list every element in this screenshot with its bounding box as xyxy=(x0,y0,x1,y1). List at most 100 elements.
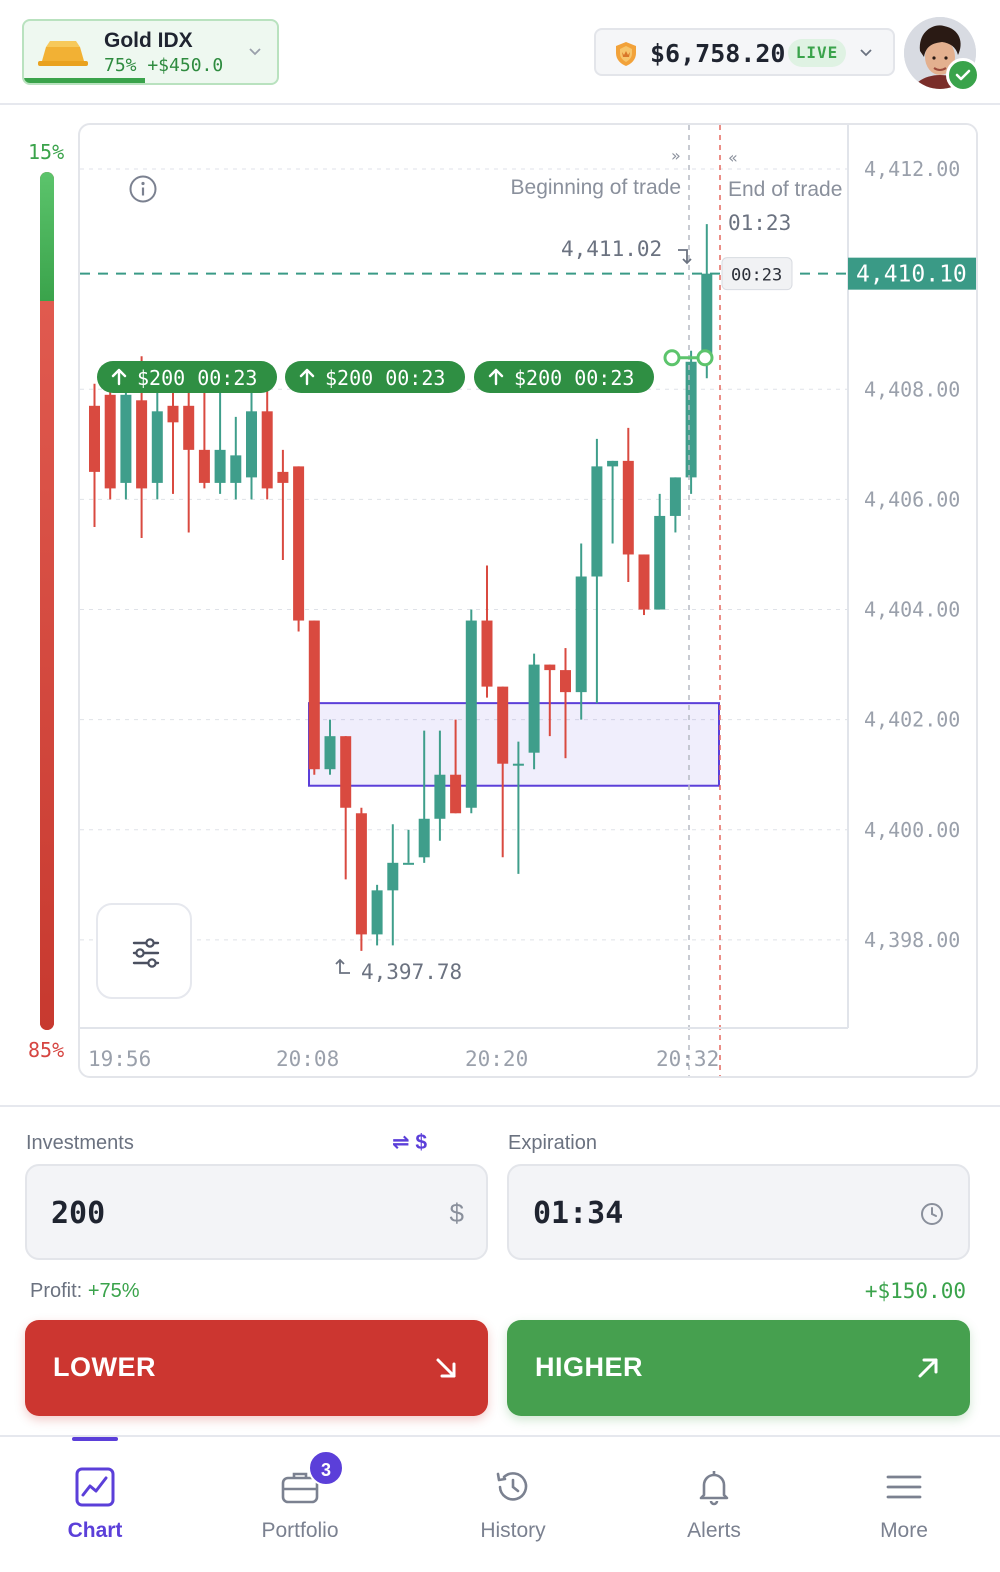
double-chevron-right-icon: » xyxy=(671,146,681,165)
candle-up xyxy=(512,763,524,766)
investment-value[interactable]: 200 xyxy=(51,1196,105,1231)
candle-up xyxy=(230,455,242,483)
candle-up xyxy=(591,466,603,577)
expiration-input[interactable]: 01:34 xyxy=(507,1164,970,1260)
profit-amount: +$150.00 xyxy=(864,1279,966,1303)
y-tick-label: 4,404.00 xyxy=(864,598,960,622)
candle-down xyxy=(450,774,462,814)
entry-marker xyxy=(663,349,681,367)
candle-up xyxy=(371,890,383,935)
shield-icon xyxy=(616,42,636,66)
candles xyxy=(89,224,713,951)
chart-settings-button[interactable] xyxy=(96,903,192,999)
candle-down xyxy=(355,813,367,935)
candle-up xyxy=(607,460,619,467)
candle-down xyxy=(104,394,116,489)
verified-check-icon xyxy=(946,58,980,92)
end-of-trade-timer: 01:23 xyxy=(728,211,791,235)
investment-input[interactable]: 200 $ xyxy=(25,1164,488,1260)
payout-lower-segment xyxy=(40,301,54,1030)
profit-label: Profit: +75% xyxy=(30,1280,140,1303)
live-badge: LIVE xyxy=(788,39,846,67)
chart-line-icon xyxy=(75,1467,115,1507)
entry-marker xyxy=(696,349,714,367)
nav-label-portfolio: Portfolio xyxy=(261,1519,339,1542)
session-high-label: 4,411.02 xyxy=(561,237,662,261)
expiration-label: Expiration xyxy=(508,1132,597,1154)
higher-button-label: HIGHER xyxy=(535,1352,644,1382)
profit-label-text: Profit: xyxy=(30,1280,83,1302)
asset-selector[interactable]: Gold IDX 75% +$450.0 xyxy=(22,19,279,85)
nav-item-more[interactable]: More xyxy=(824,1437,984,1572)
candle-down xyxy=(136,400,148,489)
x-tick-label: 20:32 xyxy=(656,1047,719,1071)
price-chart[interactable]: 4,412.00 4,408.00 4,406.00 4,404.00 4,402.00… xyxy=(78,123,978,1078)
higher-button[interactable]: HIGHER xyxy=(507,1320,970,1416)
end-of-trade-label: End of trade xyxy=(728,178,842,201)
arrow-up-right-icon xyxy=(918,1358,938,1378)
top-header: Gold IDX 75% +$450.0 $6,758.20 LIVE xyxy=(0,0,1000,105)
candle-up xyxy=(528,664,540,753)
candle-down xyxy=(293,466,305,621)
nav-item-chart[interactable]: Chart xyxy=(15,1437,175,1572)
candle-down xyxy=(261,411,273,489)
candle-down xyxy=(340,736,352,808)
lower-button-label: LOWER xyxy=(53,1352,156,1382)
axes: 4,412.00 4,408.00 4,406.00 4,404.00 4,402.00… xyxy=(88,157,976,1071)
candle-up xyxy=(669,477,681,516)
info-icon[interactable] xyxy=(128,174,158,204)
candle-up xyxy=(654,515,666,610)
portfolio-count-badge: 3 xyxy=(308,1450,344,1486)
history-icon xyxy=(496,1472,528,1501)
candle-down xyxy=(308,620,320,770)
asset-name: Gold IDX xyxy=(104,29,193,52)
y-tick-label: 4,412.00 xyxy=(864,157,960,181)
low-pointer-icon xyxy=(335,958,350,974)
price-zone-highlight xyxy=(308,702,720,787)
candle-down xyxy=(497,686,509,764)
balance-value: $6,758.20 xyxy=(650,39,786,68)
nav-label-more: More xyxy=(880,1519,928,1542)
asset-payout-pnl: 75% +$450.0 xyxy=(104,55,224,76)
menu-icon xyxy=(886,1475,922,1499)
profit-percent: +75% xyxy=(87,1280,140,1302)
candle-down xyxy=(198,449,210,483)
expiration-value[interactable]: 01:34 xyxy=(533,1196,623,1231)
y-tick-label: 4,408.00 xyxy=(864,377,960,401)
nav-item-history[interactable]: History xyxy=(433,1437,593,1572)
balance-selector[interactable]: $6,758.20 LIVE xyxy=(594,28,895,76)
candle-up xyxy=(387,862,399,891)
nav-item-portfolio[interactable]: Portfolio xyxy=(220,1437,380,1572)
candle-down xyxy=(481,620,493,687)
candlestick-chart[interactable]: 4,412.00 4,408.00 4,406.00 4,404.00 4,402.00… xyxy=(80,125,978,1078)
panel-divider xyxy=(0,1105,1000,1107)
candle-up xyxy=(403,862,414,865)
y-tick-label: 4,402.00 xyxy=(864,708,960,732)
chevron-down-icon[interactable] xyxy=(247,43,263,59)
candle-up xyxy=(151,411,163,483)
candle-up xyxy=(575,576,587,693)
session-low-label: 4,397.78 xyxy=(361,960,462,984)
nav-label-alerts: Alerts xyxy=(687,1519,741,1542)
candle-up xyxy=(324,736,336,770)
current-price-label: 4,410.10 xyxy=(856,262,967,288)
candle-up xyxy=(701,273,713,362)
candle-up xyxy=(685,361,697,478)
sliders-icon xyxy=(132,938,160,968)
higher-payout-percent: 15% xyxy=(28,140,65,164)
gold-bar-icon xyxy=(38,41,88,66)
y-tick-label: 4,398.00 xyxy=(864,928,960,952)
candle-up xyxy=(418,818,430,858)
lower-button[interactable]: LOWER xyxy=(25,1320,488,1416)
candle-down xyxy=(167,405,179,423)
candle-down xyxy=(89,405,100,472)
chevron-down-icon[interactable] xyxy=(858,44,874,60)
candle-down xyxy=(277,471,289,483)
trade-tag-label: $200 00:23 xyxy=(514,366,634,390)
payout-ratio-bar xyxy=(40,172,54,1030)
candle-down xyxy=(183,405,195,450)
nav-item-alerts[interactable]: Alerts xyxy=(634,1437,794,1572)
lower-payout-percent: 85% xyxy=(28,1038,65,1062)
currency-toggle-button[interactable]: ⇌ $ xyxy=(392,1130,427,1155)
investment-currency: $ xyxy=(449,1198,464,1228)
